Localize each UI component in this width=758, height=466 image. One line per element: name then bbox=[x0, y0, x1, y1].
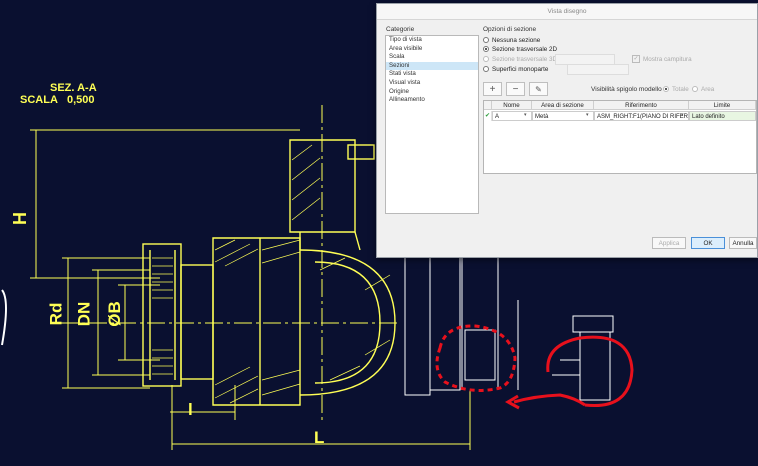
hatch-lines bbox=[214, 144, 391, 404]
column-header-reference[interactable]: Riferimento bbox=[594, 101, 689, 110]
show-hatch-checkbox[interactable]: ✓ Mostra campitura bbox=[632, 54, 692, 64]
section-reference-cell[interactable]: ASM_RIGHT:F1(PIANO DI RIFERI bbox=[594, 111, 689, 121]
option-section-3d-label: Sezione trasversale 3D bbox=[492, 55, 558, 63]
checkbox-icon: ✓ bbox=[632, 55, 640, 63]
reference-dropdown-icon[interactable]: ▾ bbox=[681, 112, 684, 118]
categories-label: Categorie bbox=[386, 26, 415, 33]
category-item-origin[interactable]: Origine bbox=[386, 88, 478, 97]
dimension-b: ØB bbox=[105, 301, 125, 327]
option-single-surface-label: Superfici monoparte bbox=[492, 65, 549, 73]
row-check-icon: ✔ bbox=[485, 111, 492, 121]
ok-button[interactable]: OK bbox=[691, 237, 725, 249]
single-surface-field[interactable] bbox=[567, 64, 629, 75]
scale-label: SCALA bbox=[20, 94, 58, 106]
column-header-name[interactable]: Nome bbox=[492, 101, 532, 110]
category-item-visible-area[interactable]: Area visibile bbox=[386, 45, 478, 54]
option-no-section-label: Nessuna sezione bbox=[492, 36, 541, 44]
radio-selected-icon bbox=[663, 86, 669, 92]
thread-lines bbox=[152, 257, 173, 375]
sections-table: Nome Area di sezione Riferimento Limite … bbox=[483, 100, 757, 174]
column-header-limit[interactable]: Limite bbox=[689, 101, 756, 110]
category-item-sections[interactable]: Sezioni bbox=[386, 61, 478, 71]
category-item-alignment[interactable]: Allineamento bbox=[386, 96, 478, 105]
category-item-view-display[interactable]: Visual vista bbox=[386, 79, 478, 88]
dimension-dn: DN bbox=[74, 301, 94, 327]
white-geometry bbox=[404, 249, 614, 401]
left-partial-arc bbox=[1, 289, 7, 346]
edge-visibility-label: Visibilità spigolo modello bbox=[591, 86, 662, 93]
dialog-title: Vista disegno bbox=[377, 4, 757, 20]
option-single-surface[interactable]: Superfici monoparte bbox=[483, 64, 548, 74]
section-title: SEZ. A-A bbox=[50, 82, 97, 94]
dimension-h: H bbox=[10, 212, 30, 225]
section-options-label: Opzioni di sezione bbox=[483, 26, 537, 33]
category-item-view-type[interactable]: Tipo di vista bbox=[386, 36, 478, 45]
radio-icon bbox=[483, 66, 489, 72]
red-annotations bbox=[435, 324, 634, 410]
dimension-rd: Rd bbox=[46, 302, 66, 326]
remove-section-button[interactable]: − bbox=[506, 82, 525, 96]
apply-button[interactable]: Applica bbox=[652, 237, 686, 249]
edit-section-button[interactable]: ✎ bbox=[529, 82, 548, 96]
radio-icon bbox=[483, 56, 489, 62]
dimension-l-total: L bbox=[314, 428, 325, 447]
diameter-symbol: Ø bbox=[104, 313, 124, 327]
edge-area-option[interactable]: Area bbox=[692, 84, 714, 94]
edge-total-option[interactable]: Totale bbox=[663, 84, 689, 94]
option-section-3d[interactable]: Sezione trasversale 3D bbox=[483, 54, 557, 64]
radio-icon bbox=[483, 37, 489, 43]
add-section-button[interactable]: + bbox=[483, 82, 502, 96]
edge-area-label: Area bbox=[701, 85, 715, 93]
category-item-scale[interactable]: Scala bbox=[386, 53, 478, 62]
section-body bbox=[142, 139, 396, 406]
name-dropdown-icon[interactable]: ▾ bbox=[524, 112, 527, 118]
cancel-button[interactable]: Annulla bbox=[729, 237, 757, 249]
edge-total-label: Totale bbox=[672, 85, 689, 93]
option-section-2d[interactable]: Sezione trasversale 2D bbox=[483, 44, 557, 54]
category-item-view-states[interactable]: Stati vista bbox=[386, 70, 478, 79]
drawing-view-dialog: Vista disegno Categorie Tipo di vista Ar… bbox=[376, 3, 758, 258]
radio-selected-icon bbox=[483, 46, 489, 52]
column-header-area[interactable]: Area di sezione bbox=[532, 101, 594, 110]
categories-list: Tipo di vista Area visibile Scala Sezion… bbox=[385, 35, 479, 214]
scale-value: 0,500 bbox=[67, 94, 95, 106]
dimension-b-label: B bbox=[104, 301, 124, 314]
section-area-cell[interactable]: Metà bbox=[532, 111, 594, 121]
dimension-l-small: l bbox=[188, 400, 193, 419]
option-section-2d-label: Sezione trasversale 2D bbox=[492, 45, 558, 53]
radio-icon bbox=[692, 86, 698, 92]
area-dropdown-icon[interactable]: ▾ bbox=[586, 112, 589, 118]
section-limit-cell[interactable]: Lato definito bbox=[689, 111, 756, 121]
column-header-check bbox=[484, 101, 492, 110]
show-hatch-label: Mostra campitura bbox=[643, 55, 692, 63]
